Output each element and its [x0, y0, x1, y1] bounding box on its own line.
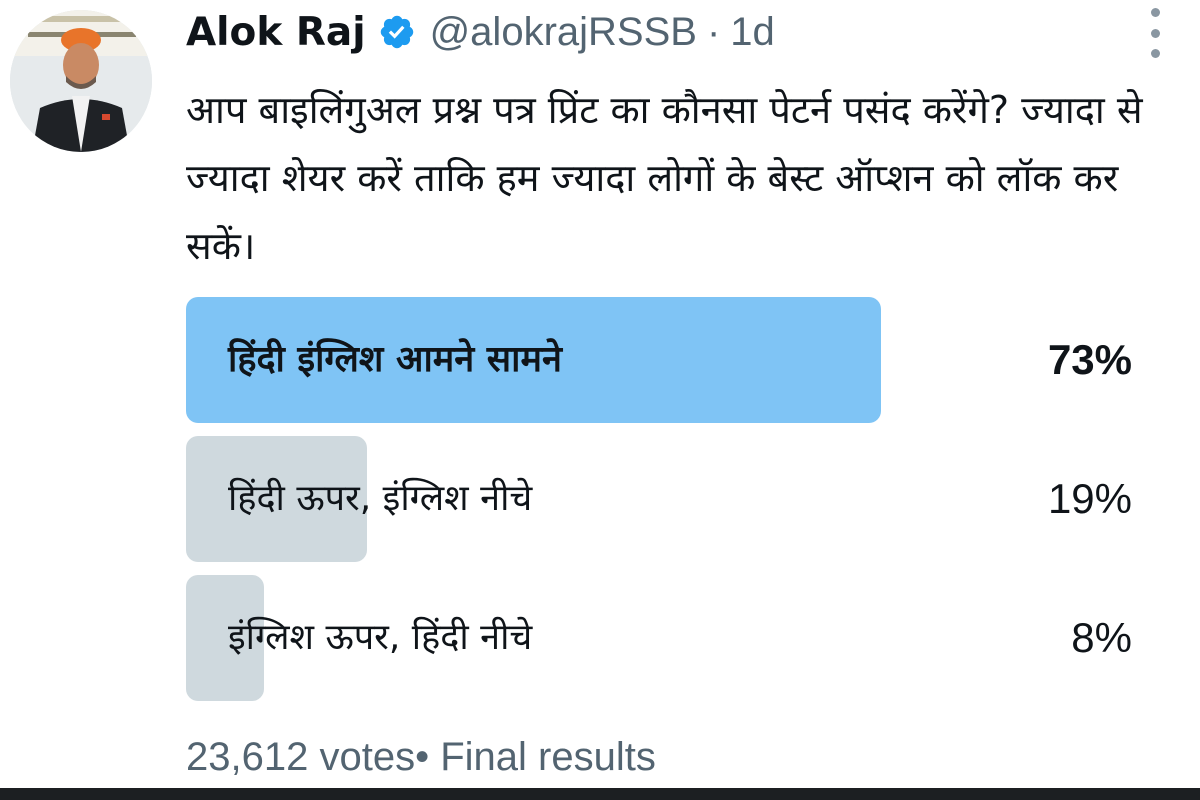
tweet-header: Alok Raj @alokrajRSSB · 1d — [186, 0, 775, 64]
more-dot — [1150, 28, 1160, 38]
tweet-text: आप बाइलिंगुअल प्रश्न पत्र प्रिंट का कौनस… — [186, 88, 1143, 268]
verified-badge-icon — [378, 13, 416, 51]
poll-option-percent: 73% — [1047, 336, 1132, 383]
poll-option[interactable]: हिंदी ऊपर, इंग्लिश नीचे 19% — [186, 436, 1138, 562]
poll-option[interactable]: हिंदी इंग्लिश आमने सामने 73% — [186, 297, 1138, 423]
more-options-icon[interactable] — [1140, 8, 1170, 58]
more-dot — [1150, 49, 1160, 58]
avatar-photo — [10, 10, 152, 152]
more-dot — [1150, 8, 1160, 17]
poll-status: Final results — [440, 735, 656, 779]
poll-option-percent: 19% — [1047, 475, 1132, 522]
tweet-timestamp[interactable]: 1d — [730, 10, 775, 55]
poll-option-label: हिंदी ऊपर, इंग्लिश नीचे — [228, 478, 533, 519]
poll-option-label: हिंदी इंग्लिश आमने सामने — [228, 339, 562, 380]
poll-meta-separator: • — [415, 735, 430, 779]
poll-footer: 23,612 votes• Final results — [186, 735, 656, 780]
bottom-edge-strip — [0, 788, 1200, 800]
author-name[interactable]: Alok Raj — [186, 10, 366, 55]
poll-option-percent: 8% — [1071, 614, 1132, 661]
tweet-screenshot: Alok Raj @alokrajRSSB · 1d आप बाइलिंगुअल… — [0, 0, 1200, 800]
avatar[interactable] — [10, 10, 152, 152]
header-separator: · — [706, 9, 721, 54]
author-handle[interactable]: @alokrajRSSB — [430, 10, 697, 55]
poll-option-label: इंग्लिश ऊपर, हिंदी नीचे — [228, 617, 533, 658]
poll-option[interactable]: इंग्लिश ऊपर, हिंदी नीचे 8% — [186, 575, 1138, 701]
poll-vote-count: 23,612 votes — [186, 735, 416, 779]
